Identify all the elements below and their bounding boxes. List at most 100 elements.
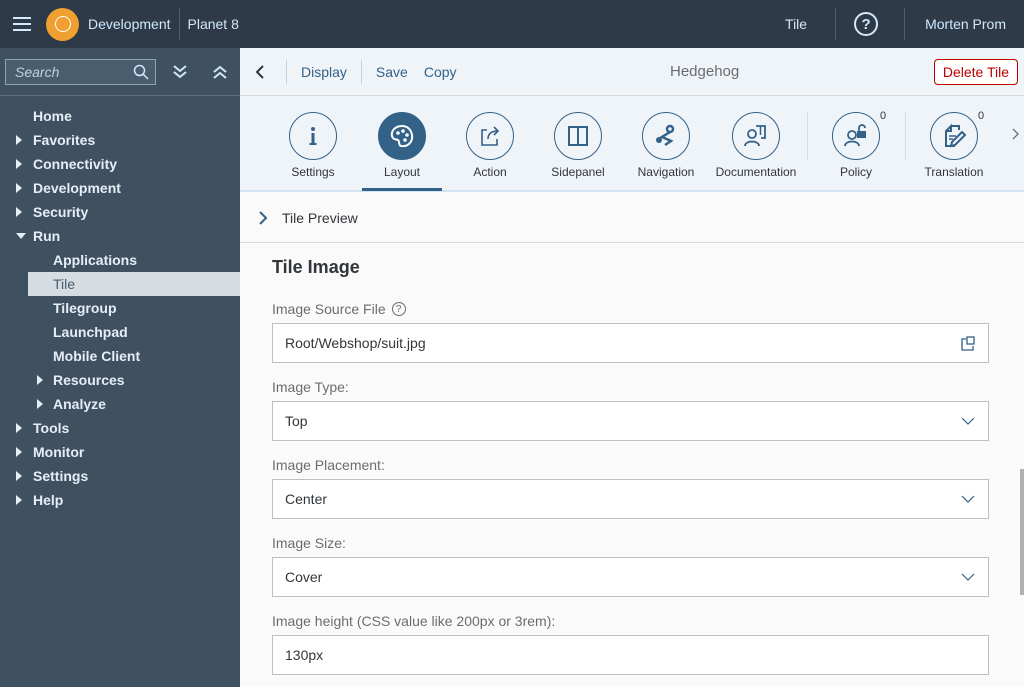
sidebar-item-help[interactable]: Help	[0, 488, 240, 512]
content-scrollbar[interactable]	[1020, 469, 1024, 595]
tab-label: Layout	[383, 165, 421, 179]
double-chevron-down-icon	[173, 64, 187, 78]
collapse-all-button[interactable]	[204, 56, 236, 88]
selected-tab-indicator	[362, 188, 442, 191]
divider	[178, 8, 180, 40]
company-logo[interactable]	[46, 7, 79, 41]
user-name[interactable]: Morten Prom	[913, 16, 1024, 32]
tab-layout[interactable]: Layout	[358, 112, 446, 179]
caret-right-icon[interactable]	[37, 375, 43, 385]
tab-action[interactable]: Action	[446, 112, 534, 179]
display-button[interactable]: Display	[293, 64, 355, 80]
sidebar-tools: Search	[0, 48, 240, 96]
share-icon	[481, 126, 500, 146]
image-type-label: Image Type:	[272, 379, 349, 395]
sidebar-item-label: Security	[33, 204, 89, 220]
info-icon	[309, 127, 317, 145]
expand-all-button[interactable]	[164, 56, 196, 88]
section-title: Tile Image	[272, 257, 360, 277]
sidebar-item-tilegroup[interactable]: Tilegroup	[0, 296, 240, 320]
tab-label: Documentation	[715, 165, 797, 179]
sidebar-item-label: Development	[33, 180, 121, 196]
menu-button[interactable]	[2, 0, 42, 48]
divider	[807, 112, 808, 160]
sidebar-item-security[interactable]: Security	[0, 200, 240, 224]
caret-down-icon[interactable]	[16, 233, 26, 239]
value-help-icon[interactable]	[960, 335, 976, 351]
save-button[interactable]: Save	[368, 64, 416, 80]
tab-translation[interactable]: 0 Translation	[910, 110, 998, 179]
caret-right-icon[interactable]	[16, 207, 22, 217]
divider	[835, 8, 837, 40]
sidebar-item-monitor[interactable]: Monitor	[0, 440, 240, 464]
user-lock-icon	[844, 124, 866, 147]
image-type-select[interactable]: Top	[272, 401, 989, 441]
sidebar-item-development[interactable]: Development	[0, 176, 240, 200]
caret-right-icon[interactable]	[16, 447, 22, 457]
search-input[interactable]: Search	[5, 58, 156, 85]
image-height-value: 130px	[285, 647, 324, 663]
sidebar-item-connectivity[interactable]: Connectivity	[0, 152, 240, 176]
icon-tab-bar: Settings Layout Action Sidepanel Navigat…	[240, 96, 1024, 192]
search-icon[interactable]	[133, 64, 149, 80]
image-source-value: Root/Webshop/suit.jpg	[285, 335, 426, 351]
chevron-right-icon	[1012, 128, 1019, 140]
caret-right-icon[interactable]	[16, 183, 22, 193]
tab-label: Sidepanel	[551, 165, 605, 179]
delete-tile-button[interactable]: Delete Tile	[933, 59, 1018, 85]
content-area: Tile Preview Tile Image Image Source Fil…	[240, 193, 1024, 687]
caret-right-icon[interactable]	[16, 495, 22, 505]
search-placeholder: Search	[15, 63, 60, 80]
sidebar-item-favorites[interactable]: Favorites	[0, 128, 240, 152]
caret-right-icon[interactable]	[37, 399, 43, 409]
sidebar-item-label: Home	[33, 108, 72, 124]
tile-preview-panel-header[interactable]: Tile Preview	[240, 193, 1024, 243]
sidebar-item-tools[interactable]: Tools	[0, 416, 240, 440]
image-height-input[interactable]: 130px	[272, 635, 989, 675]
back-button[interactable]	[240, 48, 280, 96]
help-icon[interactable]: ?	[854, 12, 879, 36]
tab-scroll-right-button[interactable]	[1010, 126, 1020, 147]
chevron-left-icon	[255, 64, 264, 79]
sidebar-item-label: Analyze	[53, 396, 106, 412]
object-toolbar: Display Save Copy Hedgehog Delete Tile	[240, 48, 1024, 96]
sidebar-item-applications[interactable]: Applications	[0, 248, 240, 272]
sidebar-item-label: Mobile Client	[53, 348, 141, 364]
tab-policy[interactable]: 0 Policy	[812, 110, 900, 179]
hamburger-icon	[13, 23, 31, 25]
sidebar-item-settings[interactable]: Settings	[0, 464, 240, 488]
caret-right-icon[interactable]	[16, 423, 22, 433]
copy-button[interactable]: Copy	[416, 64, 465, 80]
sidebar-item-analyze[interactable]: Analyze	[0, 392, 240, 416]
help-question-icon[interactable]: ?	[391, 302, 406, 316]
sidebar-item-label: Tile	[53, 276, 76, 292]
sidebar-item-resources[interactable]: Resources	[0, 368, 240, 392]
caret-right-icon[interactable]	[16, 135, 22, 145]
palette-icon	[390, 124, 414, 148]
image-placement-select[interactable]: Center	[272, 479, 989, 519]
tab-label: Policy	[839, 165, 872, 179]
double-chevron-up-icon	[213, 65, 227, 79]
sidebar-item-run[interactable]: Run	[0, 224, 240, 248]
system-name: Development	[88, 16, 171, 32]
tab-documentation[interactable]: Documentation	[712, 112, 800, 179]
sidebar-item-label: Tools	[33, 420, 70, 436]
sidebar-item-mobile-client[interactable]: Mobile Client	[0, 344, 240, 368]
caret-right-icon[interactable]	[16, 471, 22, 481]
sidebar-item-tile[interactable]: Tile	[28, 272, 240, 296]
tab-settings[interactable]: Settings	[269, 112, 357, 179]
tab-navigation[interactable]: Navigation	[622, 112, 710, 179]
image-type-value: Top	[285, 413, 308, 429]
image-source-field[interactable]: Root/Webshop/suit.jpg	[272, 323, 989, 363]
tab-sidepanel[interactable]: Sidepanel	[534, 112, 622, 179]
translation-count-badge: 0	[978, 110, 985, 122]
divider	[360, 59, 362, 84]
chevron-down-icon	[960, 569, 976, 585]
caret-right-icon[interactable]	[16, 159, 22, 169]
sidebar-item-label: Launchpad	[53, 324, 128, 340]
sidebar-item-label: Tilegroup	[53, 300, 117, 316]
sidebar-item-label: Connectivity	[33, 156, 118, 172]
sidebar-item-home[interactable]: Home	[0, 104, 240, 128]
sidebar-item-launchpad[interactable]: Launchpad	[0, 320, 240, 344]
image-size-select[interactable]: Cover	[272, 557, 989, 597]
